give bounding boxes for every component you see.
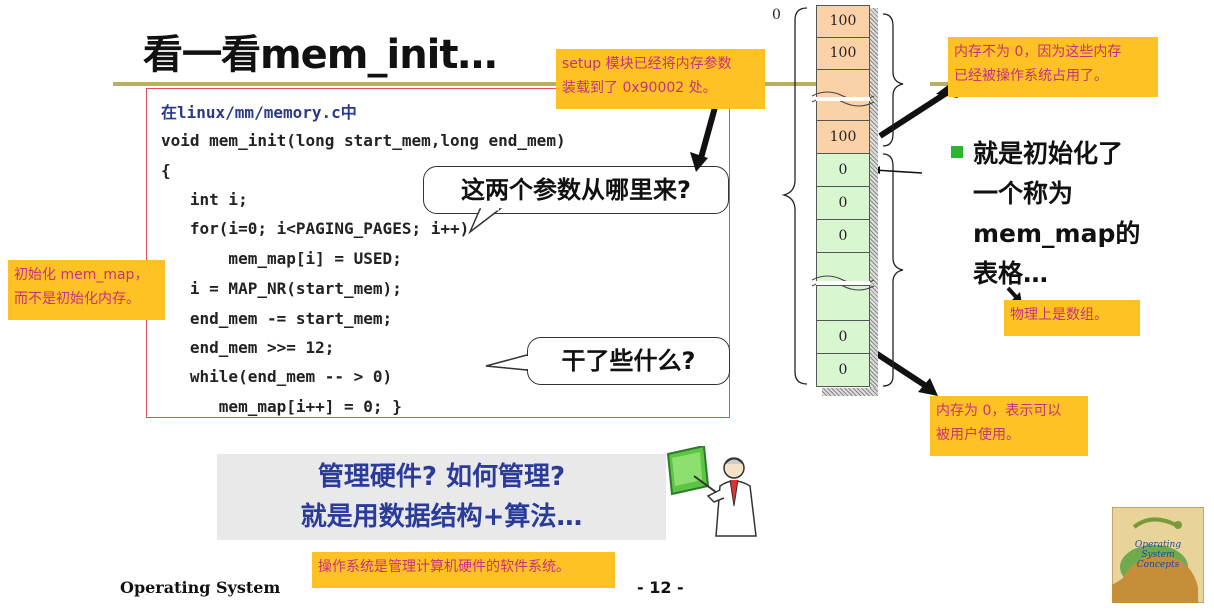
note-text: 已经被操作系统占用了。 — [954, 68, 1108, 84]
note-text: 内存不为 0，因为这些内存 — [954, 44, 1122, 60]
break-marker — [812, 275, 874, 291]
note-zero: 内存为 0，表示可以 被用户使用。 — [930, 396, 1088, 456]
note-text: 内存为 0，表示可以 — [936, 403, 1062, 419]
bullet-line: mem_map的 — [973, 219, 1141, 248]
page-number: - 12 - — [637, 578, 684, 597]
management-line: 就是用数据结构+算法… — [300, 502, 583, 532]
management-line: 管理硬件? 如何管理? — [317, 462, 566, 492]
mem-cell: 0 — [816, 353, 870, 387]
note-text: 物理上是数组。 — [1010, 307, 1108, 323]
arrow-head — [690, 152, 708, 172]
footer-course: Operating System — [120, 578, 281, 597]
svg-text:Concepts: Concepts — [1137, 560, 1180, 570]
note-text: 被用户使用。 — [936, 427, 1020, 443]
note-occupied: 内存不为 0，因为这些内存 已经被操作系统占用了。 — [948, 37, 1158, 97]
note-text: 操作系统是管理计算机硬件的软件系统。 — [318, 559, 570, 575]
teacher-icon — [666, 446, 757, 537]
mem-cell: 0 — [816, 320, 870, 354]
note-text: 初始化 mem_map， — [14, 267, 149, 283]
note-text: 装载到了 0x90002 处。 — [562, 80, 717, 96]
svg-text:Operating: Operating — [1135, 540, 1181, 550]
arrow-line — [873, 169, 923, 174]
memory-start-label: 0 — [772, 7, 781, 23]
cell-shadow — [822, 388, 878, 396]
mem-cell: 100 — [816, 5, 870, 38]
mem-cell: 100 — [816, 37, 870, 70]
note-init: 初始化 mem_map， 而不是初始化内存。 — [8, 260, 165, 320]
note-os-definition: 操作系统是管理计算机硬件的软件系统。 — [312, 552, 615, 588]
arrow-line — [878, 89, 950, 139]
mem-cell: 0 — [816, 219, 870, 253]
bullet-text: 就是初始化了 一个称为 mem_map的 表格… — [973, 134, 1163, 294]
memory-brace — [781, 7, 808, 385]
mem-cell: 0 — [816, 153, 870, 187]
callout-tail — [468, 208, 503, 235]
bullet-line: 表格… — [973, 259, 1049, 288]
callout-tail — [485, 354, 528, 371]
mem-cell: 0 — [816, 186, 870, 220]
break-marker — [812, 91, 874, 107]
note-setup: setup 模块已经将内存参数 装载到了 0x90002 处。 — [556, 49, 765, 109]
note-physical: 物理上是数组。 — [1004, 300, 1140, 336]
cell-shadow — [870, 8, 878, 396]
management-box: 管理硬件? 如何管理? 就是用数据结构+算法… — [217, 454, 666, 540]
free-brace — [882, 153, 904, 387]
mem-cell: 100 — [816, 120, 870, 154]
svg-text:System: System — [1141, 550, 1174, 560]
bullet-line: 一个称为 — [973, 179, 1074, 208]
bullet-line: 就是初始化了 — [973, 139, 1124, 168]
bullet-icon — [951, 146, 963, 158]
note-text: 而不是初始化内存。 — [14, 291, 140, 307]
note-text: setup 模块已经将内存参数 — [562, 56, 732, 72]
book-cover-icon: Operating System Concepts — [1112, 507, 1204, 603]
